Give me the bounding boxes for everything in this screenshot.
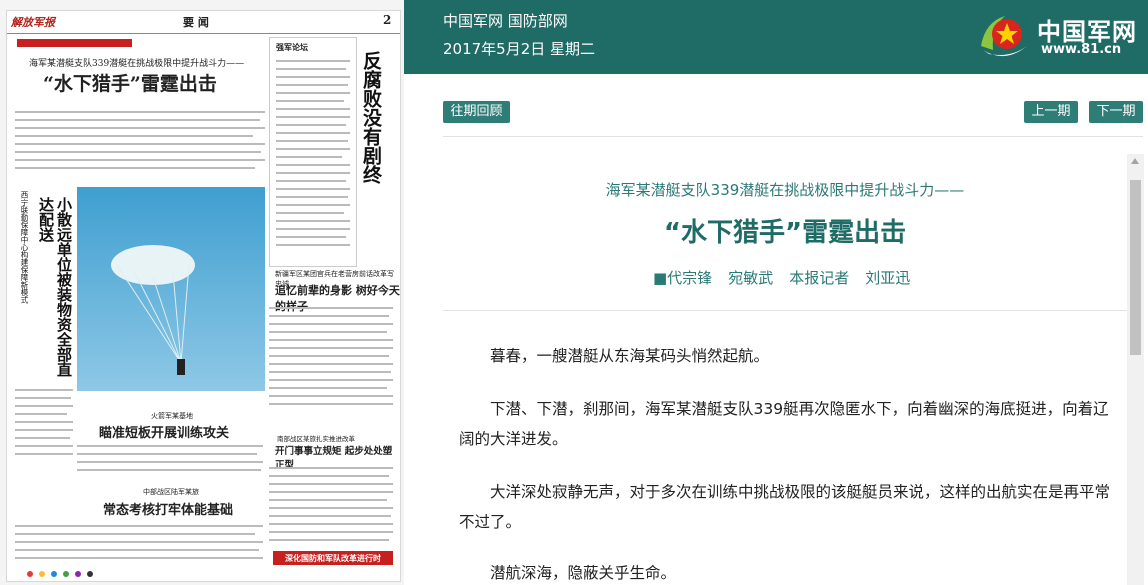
byline-item: 宛敏武 — [728, 269, 774, 287]
paper-story2-title: 瞄准短板开展训练攻关 — [99, 426, 230, 441]
parachute-icon — [111, 245, 195, 375]
article-panel: 海军某潜艇支队339潜艇在挑战极限中提升战斗力—— “水下猎手”雷霆出击 ■代宗… — [443, 154, 1127, 585]
article-divider — [443, 310, 1127, 311]
paper-story2-body — [77, 443, 263, 479]
paper-left-column — [15, 387, 73, 467]
paper-page-number: 2 — [383, 13, 392, 27]
army-star-logo-icon — [981, 16, 1027, 57]
logo-url: www.81.cn — [1041, 42, 1122, 57]
paper-lead-kicker: 海军某潜艇支队339潜艇在挑战极限中提升战斗力—— — [29, 59, 245, 69]
paper-masthead: 解放军报 — [11, 16, 55, 29]
site-logo[interactable]: 中国军网 www.81.cn — [975, 8, 1143, 64]
paper-mid-body — [269, 303, 393, 421]
article-scrollbar[interactable] — [1127, 154, 1144, 585]
newspaper-page-image[interactable]: 解放军报 要 闻 2 海军某潜艇支队339潜艇在挑战极限中提升战斗力—— “水下… — [6, 10, 401, 582]
paper-photo-parachute — [77, 187, 265, 391]
paper-side-title: 反腐败没有剧终 — [360, 51, 382, 184]
paper-vert-sub: 西宁联勤保障中心构建保障新模式 — [20, 191, 29, 304]
byline-item: ■代宗锋 — [653, 269, 713, 287]
article-kicker: 海军某潜艇支队339潜艇在挑战极限中提升战斗力—— — [605, 181, 965, 199]
article-paragraph: 暮春，一艘潜艇从东海某码头悄然起航。 — [490, 347, 770, 365]
paper-lead-body — [15, 107, 265, 177]
paper-lead-title: “水下猎手”雷霆出击 — [43, 73, 217, 95]
byline-item: 刘亚迅 — [865, 269, 911, 287]
paper-side-box-label: 强军论坛 — [276, 42, 308, 52]
nav-divider — [443, 136, 1143, 137]
issue-date: 2017年5月2日 星期二 — [443, 40, 596, 58]
paper-story3-body — [269, 463, 393, 549]
article-paragraph: 下潜、下潜，刹那间，海军某潜艇支队339艇再次隐匿水下，向着幽深的海底挺进，向着… — [459, 400, 1109, 448]
paper-footer-banner: 深化国防和军队改革进行时 — [273, 551, 393, 565]
paper-story3-kicker: 南部战区某旅扎实推进改革 — [277, 435, 355, 443]
article-byline: ■代宗锋 宛敏武 本报记者 刘亚迅 — [653, 267, 926, 288]
paper-header: 解放军报 要 闻 2 — [7, 11, 400, 34]
paper-story4-body — [15, 523, 263, 569]
scroll-up-arrow-icon[interactable] — [1131, 158, 1139, 164]
newspaper-panel: 解放军报 要 闻 2 海军某潜艇支队339潜艇在挑战极限中提升战斗力—— “水下… — [0, 0, 404, 585]
paper-section: 要 闻 — [183, 16, 209, 29]
prev-issue-button[interactable]: 上一期 — [1024, 101, 1078, 123]
paper-vert-headline: 小散远单位被装物资全部直达配送 — [37, 197, 73, 377]
next-issue-button[interactable]: 下一期 — [1089, 101, 1143, 123]
paper-ribbon — [17, 39, 132, 47]
site-name[interactable]: 中国军网 国防部网 — [443, 10, 568, 31]
paper-side-box: 强军论坛 — [269, 37, 357, 267]
article-paragraph: 潜航深海，隐蔽关乎生命。 — [490, 564, 677, 582]
article-title: “水下猎手”雷霆出击 — [663, 218, 907, 248]
paper-story2-kicker: 火箭军某基地 — [151, 412, 193, 420]
paper-color-marks — [27, 571, 137, 577]
article-paragraph: 大洋深处寂静无声，对于多次在训练中挑战极限的该艇艇员来说，这样的出航实在是再平常… — [459, 483, 1111, 531]
paper-story4-title: 常态考核打牢体能基础 — [103, 503, 234, 518]
archive-button[interactable]: 往期回顾 — [443, 101, 510, 123]
byline-item: 本报记者 — [789, 269, 850, 287]
scrollbar-thumb[interactable] — [1130, 180, 1141, 355]
paper-story4-kicker: 中部战区陆军某旅 — [143, 488, 199, 496]
